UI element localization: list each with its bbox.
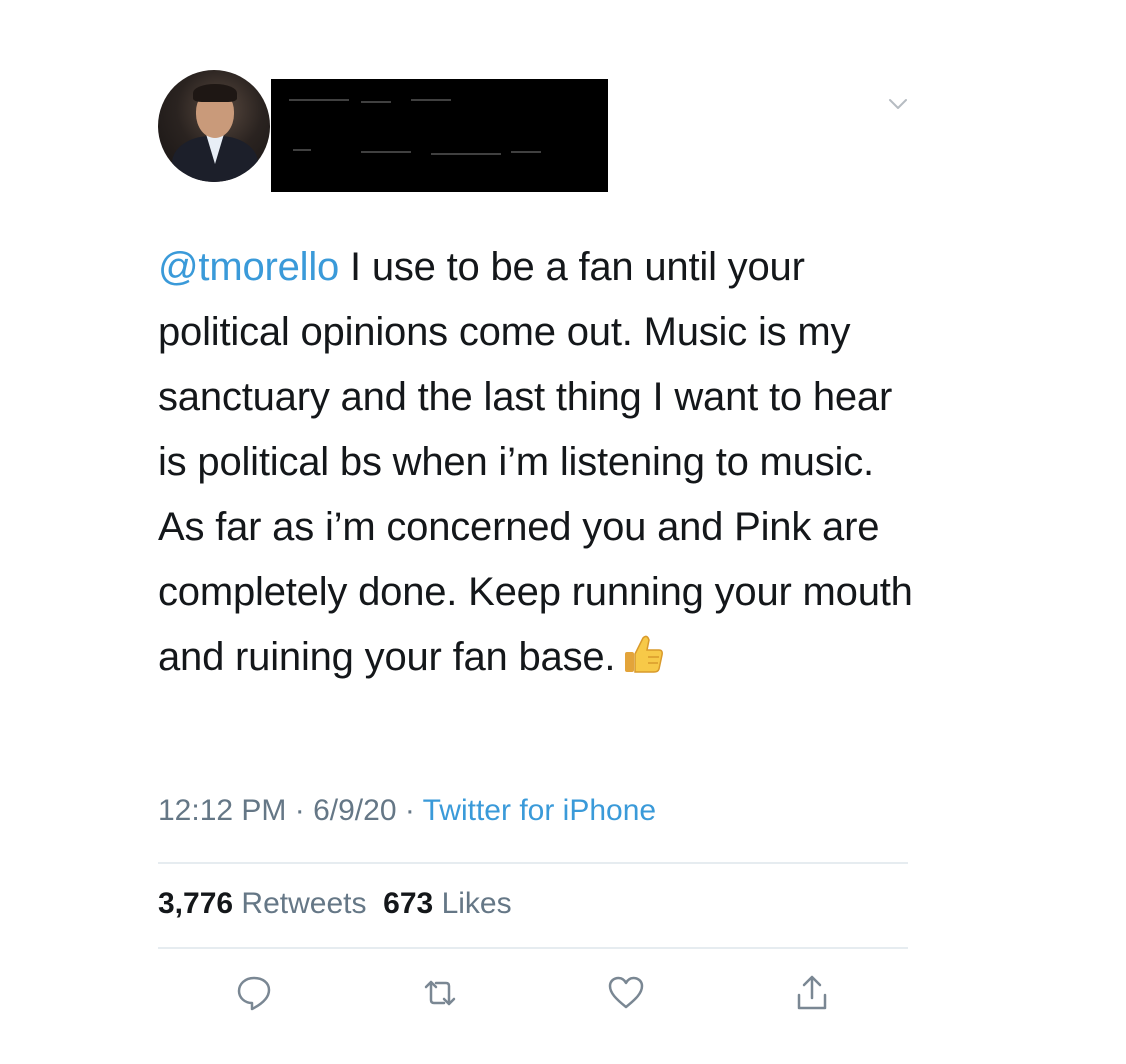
retweets-label: Retweets [241, 887, 367, 920]
tweet-actions [158, 973, 908, 1017]
tweet-time: 12:12 PM [158, 794, 287, 827]
avatar[interactable] [158, 70, 270, 182]
meta-separator: · [286, 794, 314, 827]
tweet-text: @tmorello I use to be a fan until your p… [158, 235, 918, 696]
likes-count: 673 [383, 887, 434, 920]
divider [158, 862, 908, 864]
reply-icon[interactable] [234, 973, 274, 1013]
tweet-source-link[interactable]: Twitter for iPhone [423, 794, 656, 827]
divider [158, 947, 908, 949]
tweet-body: I use to be a fan until your political o… [158, 245, 913, 679]
mention-link[interactable]: @tmorello [158, 245, 339, 289]
redacted-username-block [271, 79, 608, 192]
likes-stat[interactable]: 673 Likes [383, 887, 511, 920]
tweet-date: 6/9/20 [313, 794, 397, 827]
likes-label: Likes [441, 887, 512, 920]
share-icon[interactable] [792, 973, 832, 1013]
meta-separator: · [396, 794, 423, 827]
retweets-count: 3,776 [158, 887, 234, 920]
retweet-icon[interactable] [420, 973, 460, 1013]
chevron-down-icon[interactable] [888, 94, 908, 114]
tweet-stats: 3,776 Retweets 673 Likes [158, 887, 512, 921]
avatar-hair [193, 84, 237, 102]
retweets-stat[interactable]: 3,776 Retweets [158, 887, 366, 920]
heart-icon[interactable] [606, 973, 646, 1013]
thumbs-up-emoji [621, 631, 665, 696]
tweet-meta: 12:12 PM · 6/9/20 · Twitter for iPhone [158, 794, 656, 828]
